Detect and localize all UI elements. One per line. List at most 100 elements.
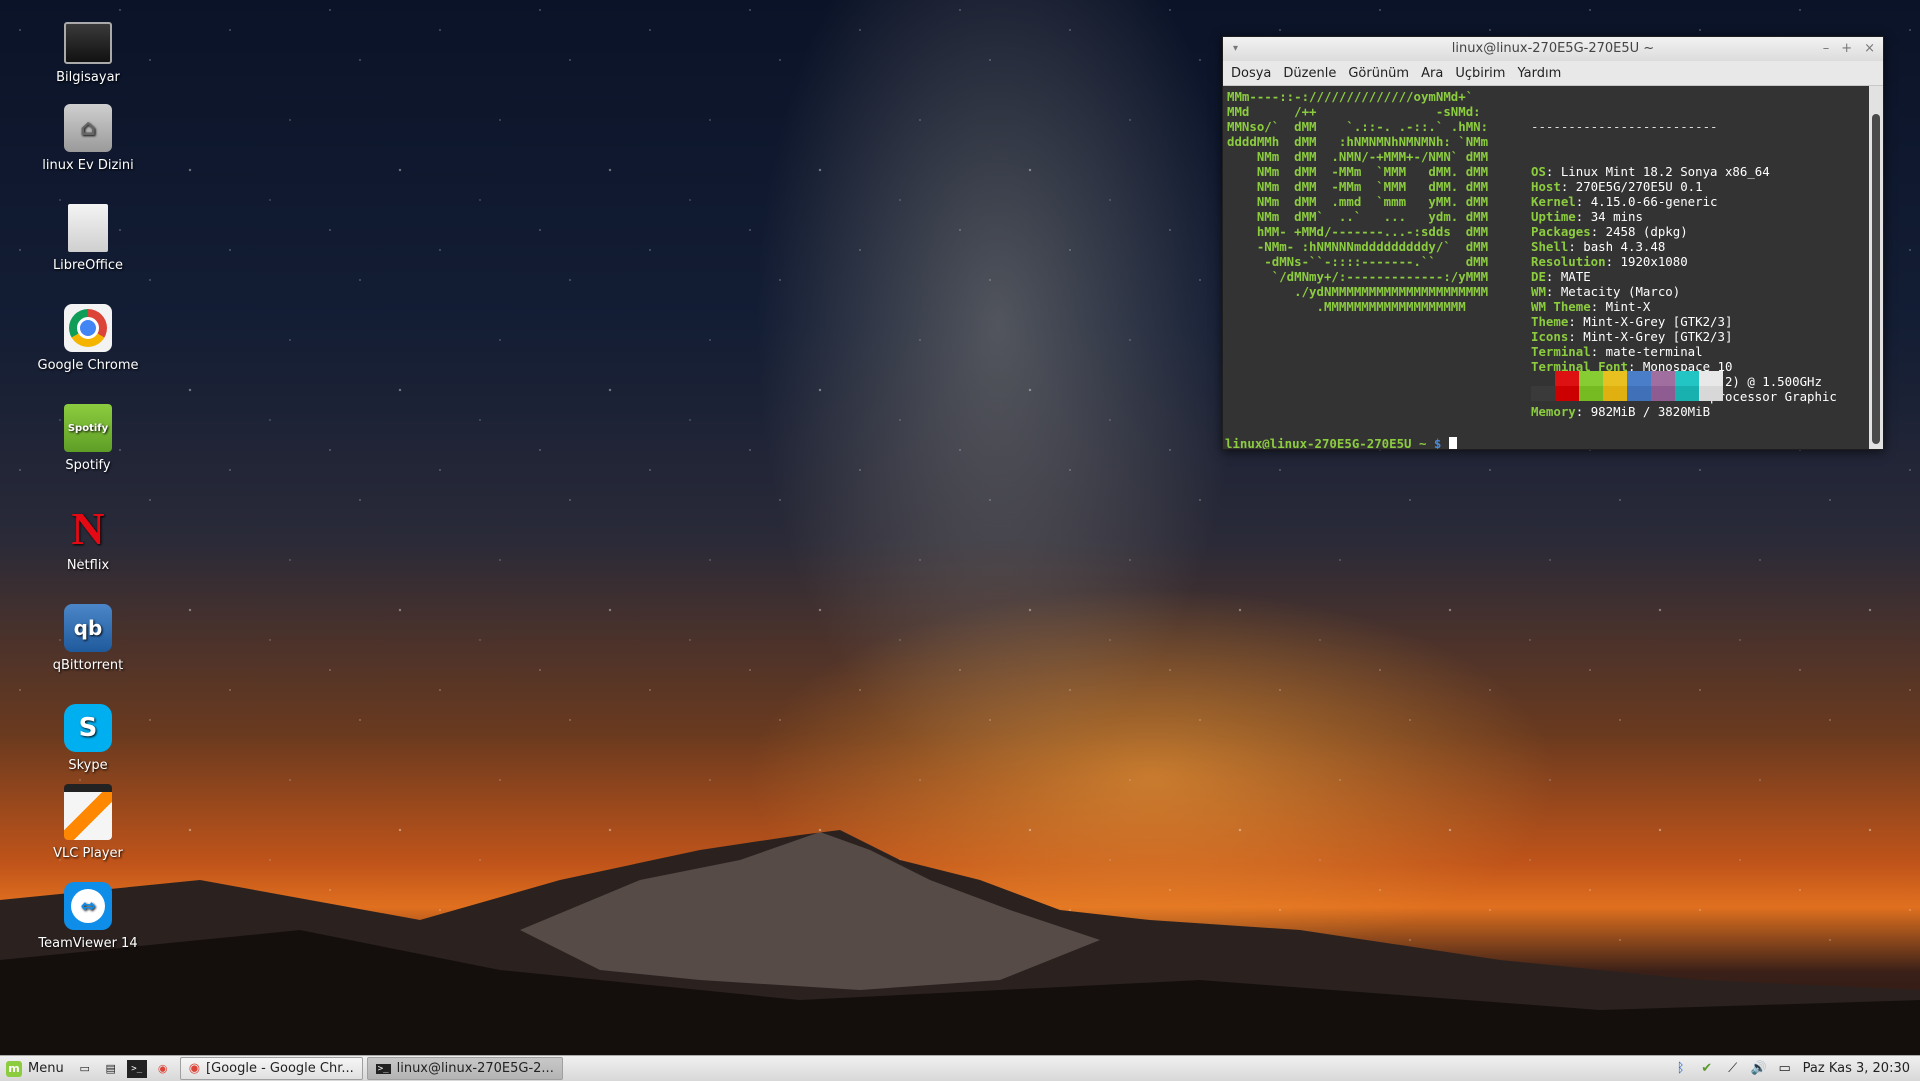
qbittorrent-icon-text: qb bbox=[73, 616, 103, 640]
neofetch-info: ------------------------- OS: Linux Mint… bbox=[1531, 89, 1837, 419]
mint-logo-icon: m bbox=[6, 1060, 22, 1077]
volume-icon[interactable]: 🔊 bbox=[1751, 1061, 1767, 1077]
task-button-terminal[interactable]: >_ linux@linux-270E5G-2... bbox=[366, 1057, 563, 1080]
terminal-output[interactable]: MMm----::-://////////////oymNMd+` MMd /++… bbox=[1223, 86, 1869, 449]
menu-terminal[interactable]: Uçbirim bbox=[1451, 66, 1513, 81]
system-tray: ᛒ ✔ ⟋ 🔊 ▭ Paz Kas 3, 20:30 bbox=[1673, 1061, 1920, 1077]
file-manager-icon[interactable]: ▤ bbox=[101, 1060, 121, 1078]
desktop-icon-spotify[interactable]: Spotify Spotify bbox=[23, 404, 153, 473]
desktop-icon-label: qBittorrent bbox=[52, 658, 124, 673]
netflix-icon-text: N bbox=[71, 502, 105, 554]
info-colon: : bbox=[1568, 239, 1584, 254]
terminal-menubar: Dosya Düzenle Görünüm Ara Uçbirim Yardım bbox=[1223, 61, 1883, 86]
desktop-icon-label: Skype bbox=[68, 758, 108, 773]
desktop-icon-vlc[interactable]: VLC Player bbox=[23, 784, 153, 861]
info-value: Linux Mint 18.2 Sonya x86_64 bbox=[1560, 164, 1770, 179]
info-colon: : bbox=[1545, 284, 1561, 299]
shell-prompt[interactable]: linux@linux-270E5G-270E5U ~ $ bbox=[1225, 436, 1457, 449]
ascii-line: NMm dMM .mmd `mmm yMM. dMM bbox=[1227, 194, 1489, 209]
task-button-chrome[interactable]: ◉ [Google - Google Chr... bbox=[179, 1057, 363, 1080]
show-desktop-icon[interactable]: ▭ bbox=[75, 1060, 95, 1078]
info-row: OS: Linux Mint 18.2 Sonya x86_64 bbox=[1531, 164, 1837, 179]
ascii-line: NMm dMM -MMm `MMM dMM. dMM bbox=[1227, 179, 1489, 194]
close-button[interactable]: × bbox=[1864, 37, 1875, 61]
info-row: Host: 270E5G/270E5U 0.1 bbox=[1531, 179, 1837, 194]
task-label: [Google - Google Chr... bbox=[206, 1061, 354, 1076]
minimize-button[interactable]: – bbox=[1823, 37, 1830, 61]
info-row: WM Theme: Mint-X bbox=[1531, 299, 1837, 314]
color-swatch bbox=[1627, 371, 1651, 401]
info-value: Mint-X bbox=[1605, 299, 1651, 314]
menu-search[interactable]: Ara bbox=[1417, 66, 1451, 81]
info-key: Memory bbox=[1531, 404, 1576, 419]
chrome-icon bbox=[64, 304, 112, 352]
color-palette bbox=[1531, 371, 1723, 401]
quick-launch: ▭ ▤ >_ ◉ bbox=[72, 1056, 176, 1081]
desktop-icon-label: linux Ev Dizini bbox=[42, 158, 134, 173]
text-cursor bbox=[1448, 437, 1457, 449]
update-shield-icon[interactable]: ✔ bbox=[1699, 1061, 1715, 1077]
terminal-scrollbar[interactable] bbox=[1869, 86, 1883, 449]
terminal-window[interactable]: ▾ linux@linux-270E5G-270E5U ~ – + × Dosy… bbox=[1222, 36, 1884, 450]
info-row: Uptime: 34 mins bbox=[1531, 209, 1837, 224]
info-row: Terminal: mate-terminal bbox=[1531, 344, 1837, 359]
ascii-line: -dMNs-``-::::-------.`` dMM bbox=[1227, 254, 1489, 269]
desktop-icon-skype[interactable]: S Skype bbox=[23, 704, 153, 773]
desktop-icon-qbittorrent[interactable]: qb qBittorrent bbox=[23, 604, 153, 673]
info-value: 4.15.0-66-generic bbox=[1590, 194, 1718, 209]
network-icon[interactable]: ⟋ bbox=[1725, 1061, 1741, 1077]
menu-file[interactable]: Dosya bbox=[1227, 66, 1279, 81]
menu-view[interactable]: Görünüm bbox=[1344, 66, 1417, 81]
ascii-line: NMm dMM` ..` ... ydm. dMM bbox=[1227, 209, 1489, 224]
info-value: 270E5G/270E5U 0.1 bbox=[1575, 179, 1703, 194]
info-colon: : bbox=[1590, 344, 1606, 359]
terminal-titlebar[interactable]: ▾ linux@linux-270E5G-270E5U ~ – + × bbox=[1223, 37, 1883, 61]
info-colon: : bbox=[1575, 404, 1591, 419]
ascii-line: .MMMMMMMMMMMMMMMMMMM bbox=[1227, 299, 1466, 314]
clock[interactable]: Paz Kas 3, 20:30 bbox=[1803, 1061, 1910, 1076]
info-key: Theme bbox=[1531, 314, 1569, 329]
window-title: linux@linux-270E5G-270E5U ~ bbox=[1451, 41, 1655, 56]
maximize-button[interactable]: + bbox=[1841, 37, 1852, 61]
vlc-icon bbox=[64, 784, 112, 840]
chrome-icon[interactable]: ◉ bbox=[153, 1060, 173, 1078]
desktop-icon-computer[interactable]: Bilgisayar bbox=[23, 22, 153, 85]
ascii-line: `/dMNmy+/:-------------:/yMMM bbox=[1227, 269, 1489, 284]
bluetooth-icon[interactable]: ᛒ bbox=[1673, 1061, 1689, 1077]
chrome-icon: ◉ bbox=[188, 1061, 201, 1076]
terminal-icon[interactable]: >_ bbox=[126, 1059, 147, 1078]
info-value: mate-terminal bbox=[1605, 344, 1703, 359]
battery-icon[interactable]: ▭ bbox=[1777, 1061, 1793, 1077]
desktop-icon-label: Spotify bbox=[65, 458, 111, 473]
info-key: Kernel bbox=[1531, 194, 1576, 209]
info-row: WM: Metacity (Marco) bbox=[1531, 284, 1837, 299]
info-colon: : bbox=[1575, 194, 1591, 209]
color-swatch bbox=[1651, 371, 1675, 401]
ascii-line: MMNso/` dMM `.::-. .-::.` .hMN: bbox=[1227, 119, 1489, 134]
task-label: linux@linux-270E5G-2... bbox=[396, 1061, 554, 1076]
info-row: Memory: 982MiB / 3820MiB bbox=[1531, 404, 1837, 419]
color-swatch bbox=[1531, 371, 1555, 401]
info-key: Uptime bbox=[1531, 209, 1576, 224]
info-key: WM bbox=[1531, 284, 1546, 299]
info-value: Mint-X-Grey [GTK2/3] bbox=[1583, 314, 1733, 329]
taskbar: m Menu ▭ ▤ >_ ◉ ◉ [Google - Google Chr..… bbox=[0, 1055, 1920, 1081]
desktop-icon-teamviewer[interactable]: ⇔ TeamViewer 14 bbox=[23, 882, 153, 951]
desktop-icon-home[interactable]: ⌂ linux Ev Dizini bbox=[23, 104, 153, 173]
spotify-icon-text: Spotify bbox=[67, 422, 109, 434]
info-value: bash 4.3.48 bbox=[1583, 239, 1666, 254]
desktop-icon-libreoffice[interactable]: LibreOffice bbox=[23, 204, 153, 273]
desktop-icon-netflix[interactable]: N Netflix bbox=[23, 502, 153, 574]
start-menu-button[interactable]: m Menu bbox=[0, 1056, 72, 1081]
desktop-icon-chrome[interactable]: Google Chrome bbox=[23, 304, 153, 373]
color-swatch bbox=[1603, 371, 1627, 401]
spotify-icon: Spotify bbox=[64, 404, 112, 452]
computer-icon bbox=[64, 22, 112, 64]
info-row: DE: MATE bbox=[1531, 269, 1837, 284]
menu-edit[interactable]: Düzenle bbox=[1279, 66, 1344, 81]
desktop-icon-label: VLC Player bbox=[53, 846, 123, 861]
scrollbar-thumb[interactable] bbox=[1872, 114, 1880, 444]
ascii-line: MMd /++ -sNMd: bbox=[1227, 104, 1481, 119]
menu-help[interactable]: Yardım bbox=[1513, 66, 1569, 81]
window-menu-icon[interactable]: ▾ bbox=[1233, 37, 1238, 61]
